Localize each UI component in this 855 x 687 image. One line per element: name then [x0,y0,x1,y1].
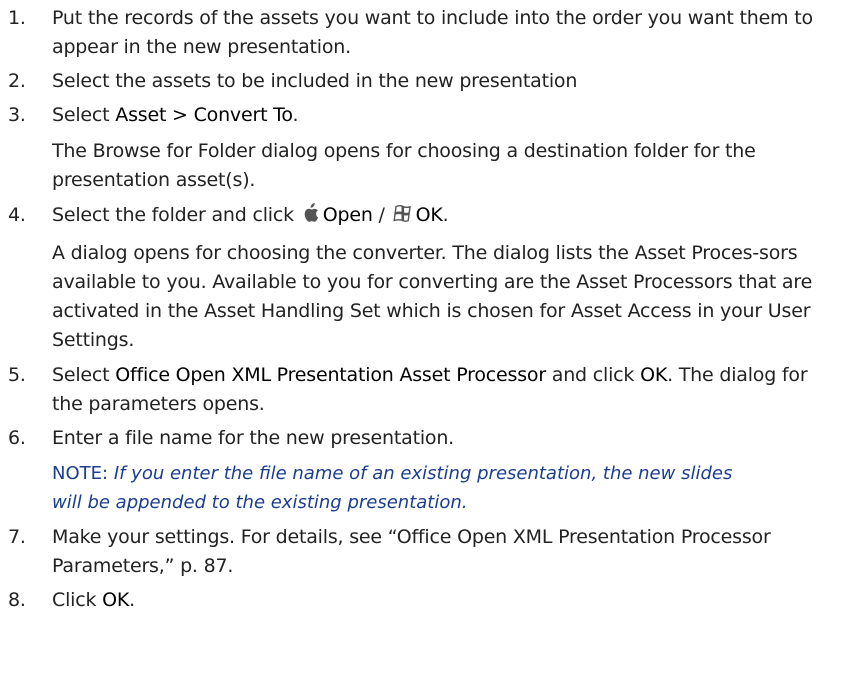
step-text-pre: Select [52,104,116,126]
processor-name: Office Open XML Presentation Asset Proce… [115,364,546,386]
step-text-mid: and click [545,364,641,386]
step-3: 3. Select Asset > Convert To. [0,101,855,130]
step-number: 5. [8,364,26,386]
ok-button-label: OK [102,589,130,611]
step-2: 2. Select the assets to be included in t… [0,67,855,96]
step-number: 3. [8,104,26,126]
step-number: 7. [8,526,26,548]
menu-path-convert-to: Asset > Convert To [115,104,293,126]
step-4-detail: A dialog opens for choosing the converte… [52,242,813,351]
step-text: Make your settings. For details, see “Of… [52,526,771,577]
note-label: NOTE: [52,463,109,484]
step-1: 1. Put the records of the assets you wan… [0,4,855,62]
step-text: Select the assets to be included in the … [52,70,578,92]
step-number: 2. [8,70,26,92]
note-text: If you enter the file name of an existin… [52,463,733,513]
apple-icon [302,203,319,232]
windows-icon [392,203,412,232]
step-text-pre: Select [52,364,116,386]
separator: / [372,204,391,226]
step-6: 6. Enter a file name for the new present… [0,424,855,453]
step-text-pre: Click [52,589,103,611]
step-number: 4. [8,204,26,226]
step-text-post: . [442,204,449,226]
open-button-label: Open [322,204,373,226]
step-number: 6. [8,427,26,449]
step-7: 7. Make your settings. For details, see … [0,523,855,581]
step-4: 4. Select the folder and click Open / OK… [0,201,855,232]
note: NOTE: If you enter the file name of an e… [0,459,812,517]
step-text-post: . [292,104,299,126]
step-text: Put the records of the assets you want t… [52,7,813,58]
ok-button-label: OK [415,204,443,226]
step-5: 5. Select Office Open XML Presentation A… [0,361,855,419]
step-number: 8. [8,589,26,611]
step-8: 8. Click OK. [0,586,855,615]
step-3-detail: The Browse for Folder dialog opens for c… [52,140,756,191]
step-number: 1. [8,7,26,29]
procedure-document: 1. Put the records of the assets you wan… [0,4,855,615]
ok-button-label: OK [640,364,668,386]
step-text-pre: Select the folder and click [52,204,300,226]
step-text: Enter a file name for the new presentati… [52,427,455,449]
step-text-post: . [129,589,135,611]
